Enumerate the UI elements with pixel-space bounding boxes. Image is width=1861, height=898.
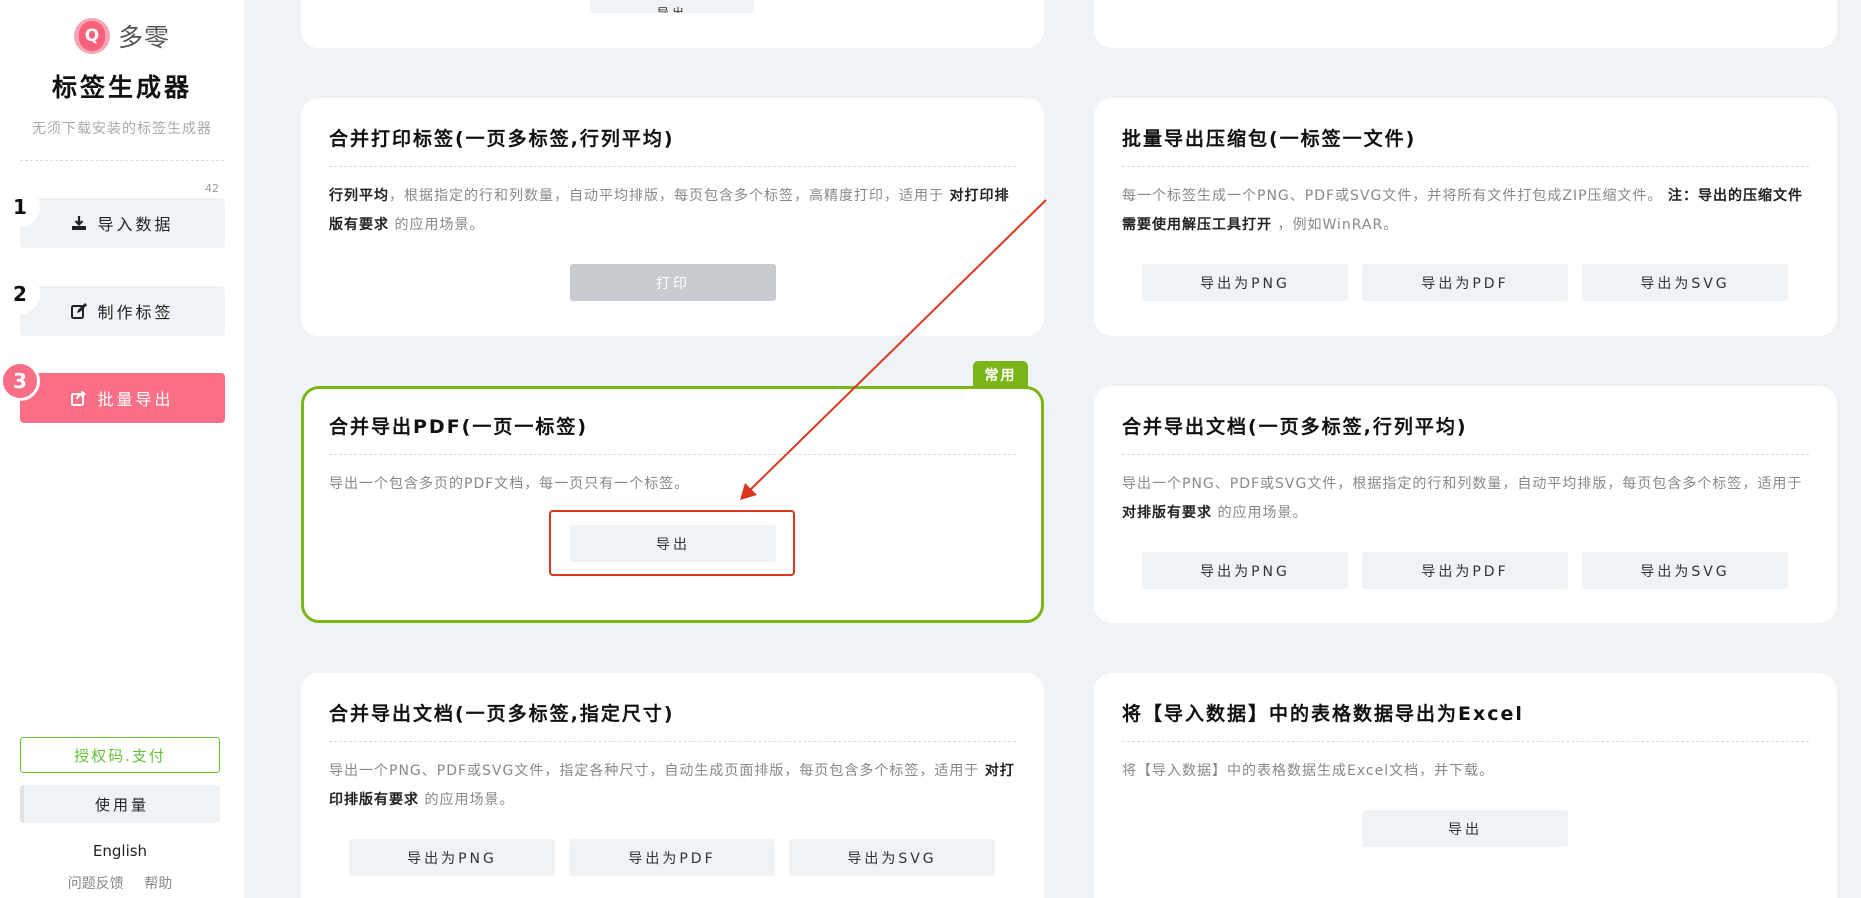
divider	[329, 454, 1016, 455]
feedback-link[interactable]: 问题反馈	[68, 876, 124, 892]
sidebar: Q 多零 标签生成器 无须下载安装的标签生成器 42 导入数据 1 制作标签 2…	[0, 0, 244, 898]
count-badge: 42	[205, 182, 219, 195]
card-title: 批量导出压缩包(一标签一文件)	[1122, 128, 1417, 150]
step-label: 制作标签	[97, 303, 174, 322]
usage-button[interactable]: 使用量	[20, 785, 220, 823]
desc-bold: 行列平均	[329, 188, 389, 204]
card-description: 导出一个PNG、PDF或SVG文件，根据指定的行和列数量，自动平均排版，每页包含…	[1122, 470, 1809, 528]
desc-bold: 对排版有要求	[1122, 505, 1212, 521]
export-pdf-button[interactable]: 导出为PDF	[1362, 264, 1568, 301]
export-pdf-button[interactable]: 导出为PDF	[1362, 552, 1568, 589]
edit-icon	[71, 303, 88, 319]
divider	[329, 166, 1016, 167]
desc-text: 的应用场景。	[394, 217, 485, 233]
print-button[interactable]: 打印	[570, 264, 776, 301]
export-png-button[interactable]: 导出为PNG	[1142, 264, 1348, 301]
step-import-data-button[interactable]: 导入数据	[20, 198, 225, 248]
card-partial-left: 导出	[301, 0, 1044, 48]
step-label: 批量导出	[97, 390, 174, 409]
step-batch-export-button[interactable]: 批量导出	[20, 373, 225, 423]
step-number: 2	[0, 274, 40, 314]
card-title: 将【导入数据】中的表格数据导出为Excel	[1122, 703, 1524, 725]
card-description: 行列平均，根据指定的行和列数量，自动平均排版，每页包含多个标签，高精度打印，适用…	[329, 182, 1016, 240]
desc-text: 导出一个包含多页的PDF文档，每一页只有一个标签。	[329, 476, 690, 492]
annotation-highlight-box	[549, 510, 795, 576]
divider	[329, 741, 1016, 742]
card-merge-pdf: 合并导出PDF(一页一标签) 导出一个包含多页的PDF文档，每一页只有一个标签。…	[301, 386, 1044, 623]
card-title: 合并导出文档(一页多标签,行列平均)	[1122, 416, 1468, 438]
step-make-label-button[interactable]: 制作标签	[20, 286, 225, 336]
license-payment-button[interactable]: 授权码.支付	[20, 737, 220, 773]
card-merge-doc-size: 合并导出文档(一页多标签,指定尺寸) 导出一个PNG、PDF或SVG文件，指定各…	[301, 673, 1044, 898]
card-export-excel: 将【导入数据】中的表格数据导出为Excel 将【导入数据】中的表格数据生成Exc…	[1094, 673, 1837, 898]
export-png-button[interactable]: 导出为PNG	[349, 839, 555, 876]
footer-links: 问题反馈 帮助	[0, 873, 240, 893]
card-description: 导出一个包含多页的PDF文档，每一页只有一个标签。	[329, 470, 1013, 499]
step-number: 3	[0, 361, 40, 401]
desc-text: 导出一个PNG、PDF或SVG文件，指定各种尺寸，自动生成页面排版，每页包含多个…	[329, 763, 980, 779]
card-batch-zip: 批量导出压缩包(一标签一文件) 每一个标签生成一个PNG、PDF或SVG文件，并…	[1094, 98, 1837, 336]
card-merge-print: 合并打印标签(一页多标签,行列平均) 行列平均，根据指定的行和列数量，自动平均排…	[301, 98, 1044, 336]
language-link[interactable]: English	[0, 842, 240, 860]
card-title: 合并打印标签(一页多标签,行列平均)	[329, 128, 675, 150]
partial-export-button[interactable]: 导出	[590, 0, 754, 13]
desc-text: 的应用场景。	[424, 792, 515, 808]
desc-text: ，根据指定的行和列数量，自动平均排版，每页包含多个标签，高精度打印，适用于	[389, 188, 944, 204]
desc-text: ，例如WinRAR。	[1277, 217, 1399, 233]
step-number: 1	[0, 187, 40, 227]
card-description: 导出一个PNG、PDF或SVG文件，指定各种尺寸，自动生成页面排版，每页包含多个…	[329, 757, 1016, 815]
logo-text: 多零	[117, 23, 170, 52]
download-icon	[72, 216, 87, 230]
export-pdf-button[interactable]: 导出为PDF	[569, 839, 775, 876]
export-svg-button[interactable]: 导出为SVG	[789, 839, 995, 876]
button-label: 导出	[656, 6, 687, 13]
app-subtitle: 无须下载安装的标签生成器	[32, 121, 212, 137]
divider	[1122, 166, 1809, 167]
common-tag: 常用	[973, 361, 1028, 389]
card-description: 每一个标签生成一个PNG、PDF或SVG文件，并将所有文件打包成ZIP压缩文件。…	[1122, 182, 1809, 240]
export-png-button[interactable]: 导出为PNG	[1142, 552, 1348, 589]
help-link[interactable]: 帮助	[144, 876, 172, 892]
desc-text: 每一个标签生成一个PNG、PDF或SVG文件，并将所有文件打包成ZIP压缩文件。	[1122, 188, 1663, 204]
card-description: 将【导入数据】中的表格数据生成Excel文档，并下载。	[1122, 757, 1809, 786]
divider	[20, 160, 224, 161]
export-svg-button[interactable]: 导出为SVG	[1582, 552, 1788, 589]
export-svg-button[interactable]: 导出为SVG	[1582, 264, 1788, 301]
card-merge-doc-average: 合并导出文档(一页多标签,行列平均) 导出一个PNG、PDF或SVG文件，根据指…	[1094, 386, 1837, 623]
export-excel-button[interactable]: 导出	[1362, 810, 1568, 847]
divider	[1122, 454, 1809, 455]
divider	[1122, 741, 1809, 742]
card-title: 合并导出文档(一页多标签,指定尺寸)	[329, 703, 675, 725]
step-label: 导入数据	[97, 215, 174, 234]
logo-icon: Q	[73, 18, 110, 54]
desc-text: 将【导入数据】中的表格数据生成Excel文档，并下载。	[1122, 763, 1495, 779]
share-icon	[71, 390, 87, 406]
logo: Q 多零	[0, 18, 244, 54]
app-title: 标签生成器	[51, 73, 192, 102]
desc-text: 导出一个PNG、PDF或SVG文件，根据指定的行和列数量，自动平均排版，每页包含…	[1122, 476, 1803, 492]
card-partial-right	[1094, 0, 1837, 48]
logo-letter: Q	[78, 21, 105, 51]
card-title: 合并导出PDF(一页一标签)	[329, 416, 589, 438]
desc-text: 的应用场景。	[1217, 505, 1308, 521]
